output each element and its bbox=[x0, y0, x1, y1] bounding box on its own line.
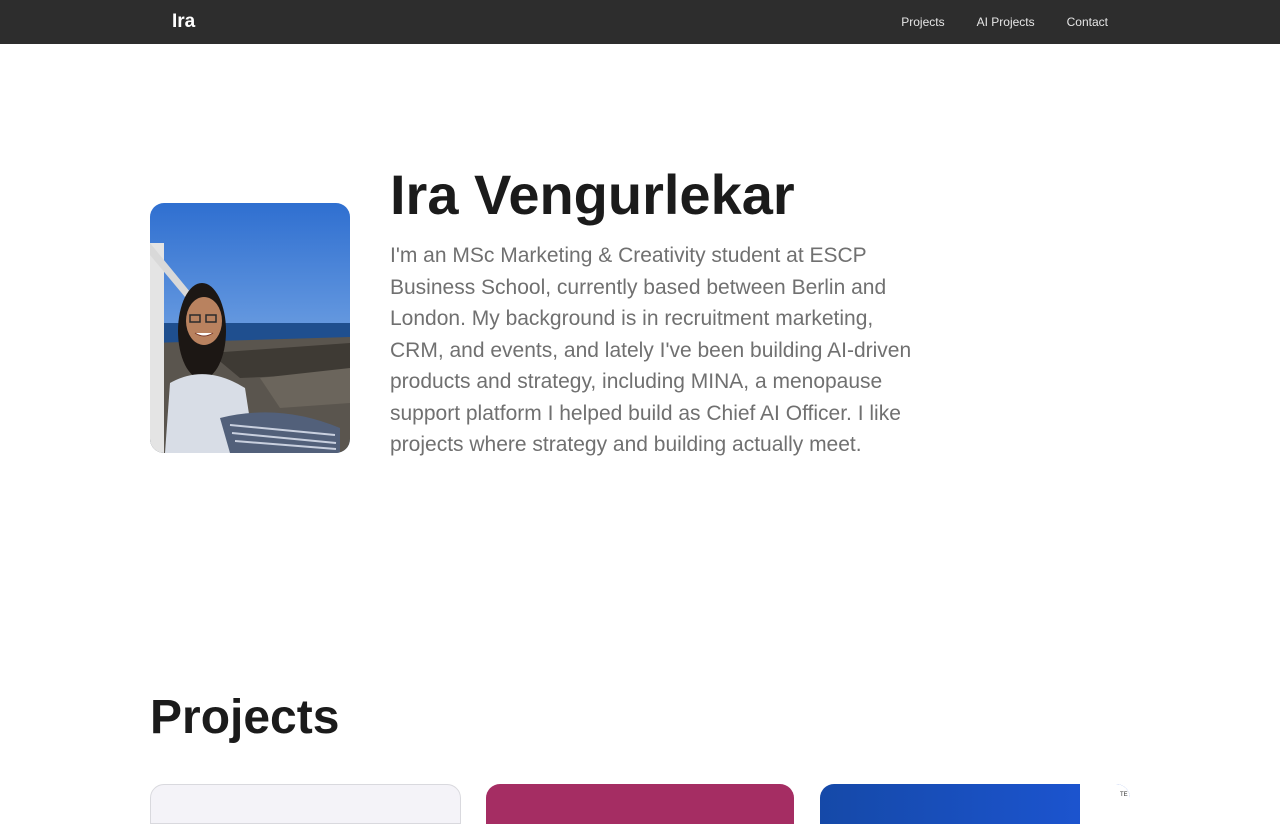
nav-link-projects[interactable]: Projects bbox=[901, 15, 944, 29]
hero-bio-text: I'm an MSc Marketing & Creativity studen… bbox=[390, 244, 912, 456]
project-card-3[interactable]: TE bbox=[820, 784, 1130, 824]
project-card-3-thumbnail-text: TE bbox=[1120, 792, 1128, 798]
nav-link-contact[interactable]: Contact bbox=[1067, 15, 1108, 29]
profile-photo bbox=[150, 203, 350, 453]
nav-links: Projects AI Projects Contact bbox=[901, 0, 1108, 44]
brand-logo-link[interactable]: Ira bbox=[172, 11, 195, 33]
projects-section-title: Projects bbox=[150, 691, 340, 744]
project-card-3-thumbnail: TE bbox=[1080, 784, 1130, 824]
nav-link-ai-projects[interactable]: AI Projects bbox=[977, 15, 1035, 29]
project-card-2[interactable] bbox=[486, 784, 794, 824]
navbar: Ira Projects AI Projects Contact bbox=[0, 0, 1280, 44]
project-card-1[interactable] bbox=[150, 784, 461, 824]
hero-name-heading: Ira Vengurlekar bbox=[390, 163, 795, 226]
